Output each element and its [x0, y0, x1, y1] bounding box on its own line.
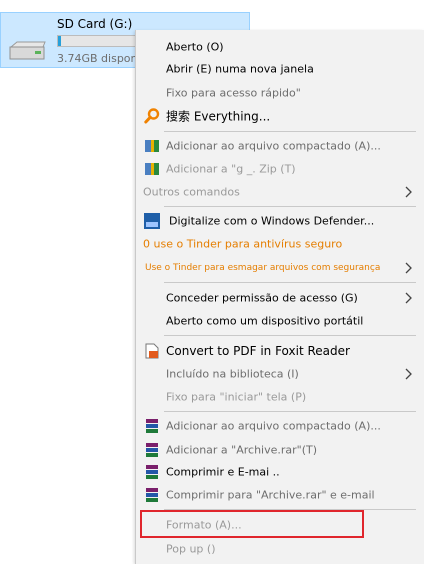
menu-separator — [164, 282, 416, 283]
menu-item-label: Comprimir para "Archive.rar" e e-mail — [166, 488, 375, 502]
menu-item-label: Fixo para acesso rápido" — [166, 86, 301, 100]
menu-item-foxit-convert[interactable]: Convert to PDF in Foxit Reader — [136, 340, 424, 362]
menu-item-rar-compress-email[interactable]: Comprimir e E-mai .. — [136, 461, 424, 483]
menu-item-add-to-zip[interactable]: Adicionar a "g _. Zip (T) — [136, 158, 424, 180]
menu-item-windows-defender[interactable]: Digitalize com o Windows Defender... — [136, 210, 424, 232]
menu-item-open-portable-device[interactable]: Aberto como um dispositivo portátil — [136, 310, 424, 332]
menu-item-label: Digitalize com o Windows Defender... — [169, 214, 375, 228]
winrar-icon — [146, 443, 158, 457]
menu-item-label: Convert to PDF in Foxit Reader — [166, 344, 350, 358]
menu-item-label: Abrir (E) numa nova janela — [166, 62, 314, 76]
menu-item-label: Aberto como um dispositivo portátil — [166, 314, 364, 328]
menu-item-label: 0 use o Tinder para antivírus seguro — [143, 237, 343, 251]
menu-item-label: Adicionar a "g _. Zip (T) — [166, 162, 296, 176]
menu-item-include-library[interactable]: Incluído na biblioteca (I) — [136, 363, 424, 385]
menu-separator — [164, 335, 416, 336]
menu-item-pop-up[interactable]: Pop up () — [136, 538, 424, 560]
menu-item-label: Adicionar ao arquivo compactado (A)... — [166, 139, 381, 153]
menu-separator — [164, 206, 416, 207]
menu-item-label: Incluído na biblioteca (I) — [166, 367, 299, 381]
chevron-right-icon — [405, 262, 412, 274]
winrar-icon — [146, 488, 158, 502]
menu-item-label: Outros comandos — [143, 185, 240, 199]
menu-item-label: Comprimir e E-mai .. — [166, 465, 280, 479]
format-highlight-box — [140, 510, 364, 538]
menu-item-pin-start[interactable]: Fixo para "iniciar" tela (P) — [136, 386, 424, 408]
menu-separator — [164, 131, 416, 132]
menu-item-pin-quick-access[interactable]: Fixo para acesso rápido" — [136, 82, 424, 104]
menu-item-grant-access[interactable]: Conceder permissão de acesso (G) — [136, 287, 424, 309]
menu-item-other-commands[interactable]: Outros comandos — [136, 181, 424, 203]
foxit-pdf-icon — [145, 343, 159, 359]
menu-item-label: Conceder permissão de acesso (G) — [166, 291, 358, 305]
drive-capacity-fill — [58, 36, 61, 46]
menu-item-rar-add-archive-rar[interactable]: Adicionar a "Archive.rar"(T) — [136, 439, 424, 461]
chevron-right-icon — [405, 186, 412, 198]
winrar-icon — [145, 140, 159, 152]
menu-item-rar-add-archive[interactable]: Adicionar ao arquivo compactado (A)... — [136, 415, 424, 437]
chevron-right-icon — [405, 292, 412, 304]
winrar-icon — [146, 465, 158, 479]
context-menu: Aberto (O) Abrir (E) numa nova janela Fi… — [135, 30, 424, 564]
menu-item-search-everything[interactable]: 搜索 Everything... — [136, 105, 424, 127]
winrar-icon — [146, 419, 158, 433]
menu-item-rar-compress-rar-email[interactable]: Comprimir para "Archive.rar" e e-mail — [136, 484, 424, 506]
menu-item-open[interactable]: Aberto (O) — [136, 36, 424, 58]
menu-item-label: 搜索 Everything... — [166, 109, 271, 124]
menu-item-tinder-shred[interactable]: Use o Tinder para esmagar arquivos com s… — [136, 257, 424, 279]
menu-item-label: Use o Tinder para esmagar arquivos com s… — [145, 263, 381, 273]
menu-item-label: Adicionar a "Archive.rar"(T) — [166, 443, 318, 457]
menu-item-label: Aberto (O) — [166, 40, 224, 54]
drive-name: SD Card (G:) — [57, 17, 133, 31]
menu-item-label: Pop up () — [166, 542, 216, 556]
menu-item-tinder-antivirus[interactable]: 0 use o Tinder para antivírus seguro — [136, 233, 424, 255]
search-icon — [144, 108, 160, 124]
defender-icon — [144, 213, 160, 229]
menu-separator — [164, 411, 416, 412]
menu-item-label: Adicionar ao arquivo compactado (A)... — [166, 419, 381, 433]
chevron-right-icon — [405, 368, 412, 380]
menu-item-label: Fixo para "iniciar" tela (P) — [166, 390, 307, 404]
menu-item-open-new-window[interactable]: Abrir (E) numa nova janela — [136, 58, 424, 80]
menu-item-add-to-archive[interactable]: Adicionar ao arquivo compactado (A)... — [136, 135, 424, 157]
drive-icon — [9, 41, 46, 60]
winrar-icon — [145, 163, 159, 175]
